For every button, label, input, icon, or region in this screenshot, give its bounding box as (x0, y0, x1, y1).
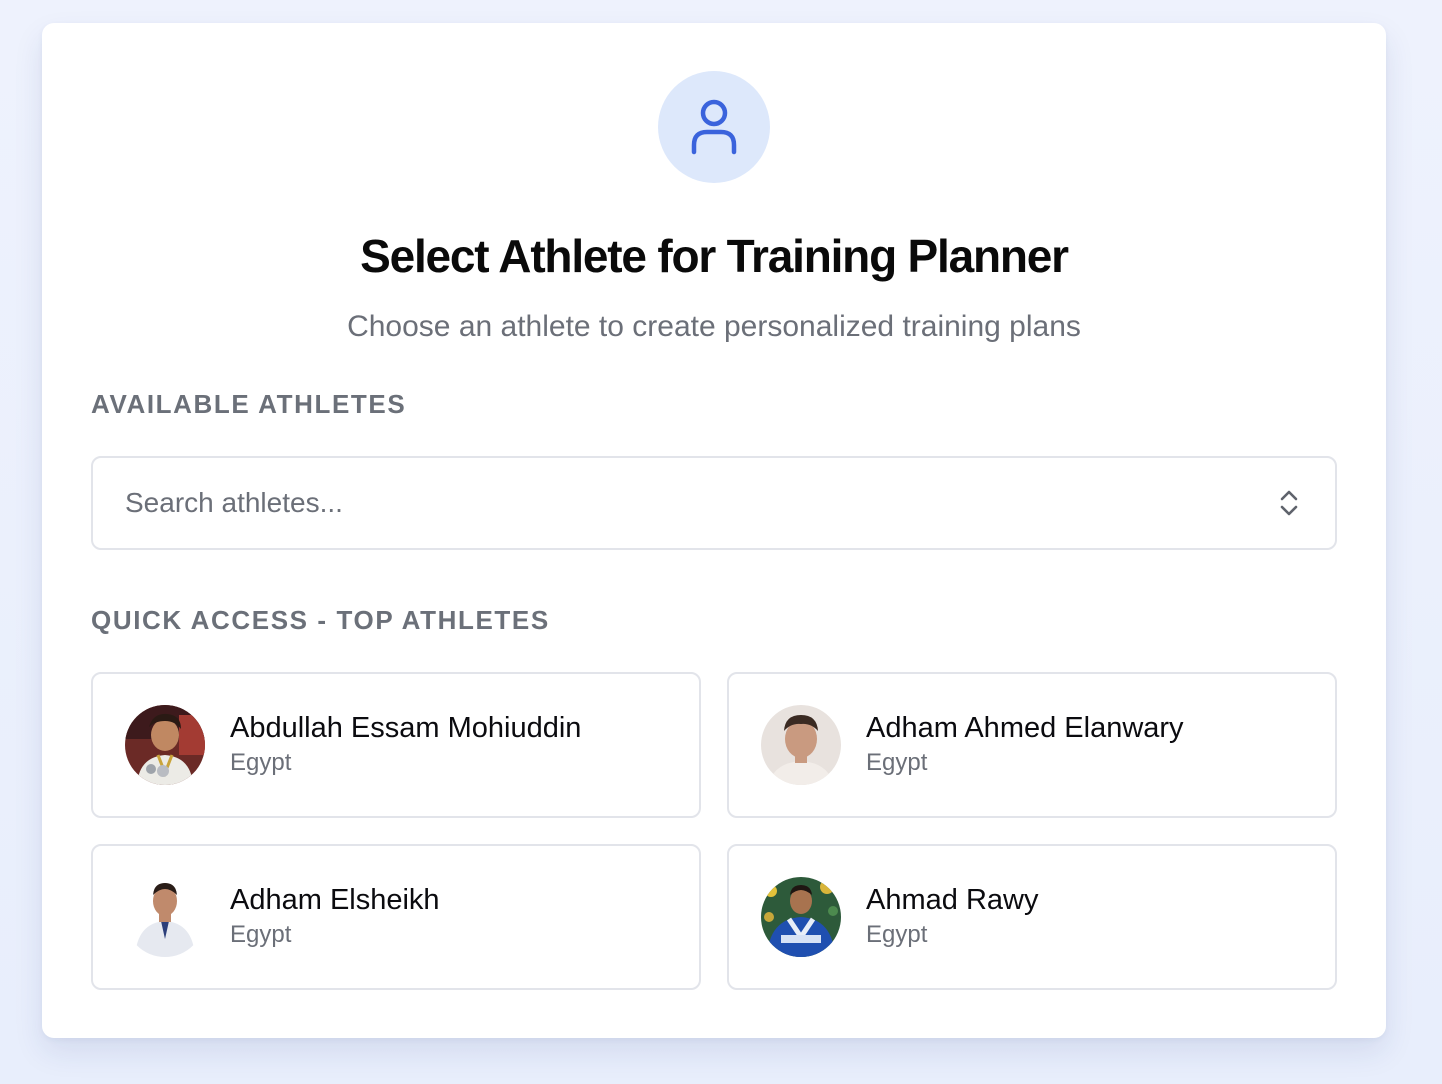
page-subtitle: Choose an athlete to create personalized… (347, 310, 1081, 343)
athlete-name: Abdullah Essam Mohiuddin (230, 712, 582, 744)
athlete-search-input[interactable] (125, 487, 1275, 519)
athlete-country: Egypt (230, 921, 292, 948)
athlete-card-adham-elsheikh[interactable]: Adham Elsheikh Egypt (91, 844, 701, 990)
athlete-name: Adham Elsheikh (230, 884, 440, 916)
athlete-avatar (761, 877, 841, 957)
chevron-up-down-icon[interactable] (1275, 487, 1303, 519)
athlete-search-combobox[interactable] (91, 456, 1337, 550)
athlete-avatar (125, 877, 205, 957)
athlete-selector-card: Select Athlete for Training Planner Choo… (42, 23, 1386, 1038)
athlete-name: Adham Ahmed Elanwary (866, 712, 1184, 744)
athlete-name: Ahmad Rawy (866, 884, 1039, 916)
athlete-card-abdullah[interactable]: Abdullah Essam Mohiuddin Egypt (91, 672, 701, 818)
page-title: Select Athlete for Training Planner (360, 230, 1069, 282)
athlete-avatar (125, 705, 205, 785)
athlete-country: Egypt (866, 921, 928, 948)
available-athletes-label: AVAILABLE ATHLETES (91, 389, 407, 419)
athlete-card-ahmad-rawy[interactable]: Ahmad Rawy Egypt (727, 844, 1337, 990)
athlete-avatar (761, 705, 841, 785)
athlete-country: Egypt (866, 749, 928, 776)
quick-access-grid: Abdullah Essam Mohiuddin Egypt Adham Ahm… (91, 672, 1337, 990)
athlete-card-adham-elanwary[interactable]: Adham Ahmed Elanwary Egypt (727, 672, 1337, 818)
header-icon-circle (658, 71, 770, 183)
quick-access-label: QUICK ACCESS - TOP ATHLETES (91, 605, 550, 635)
athlete-country: Egypt (230, 749, 292, 776)
user-icon (691, 99, 737, 155)
